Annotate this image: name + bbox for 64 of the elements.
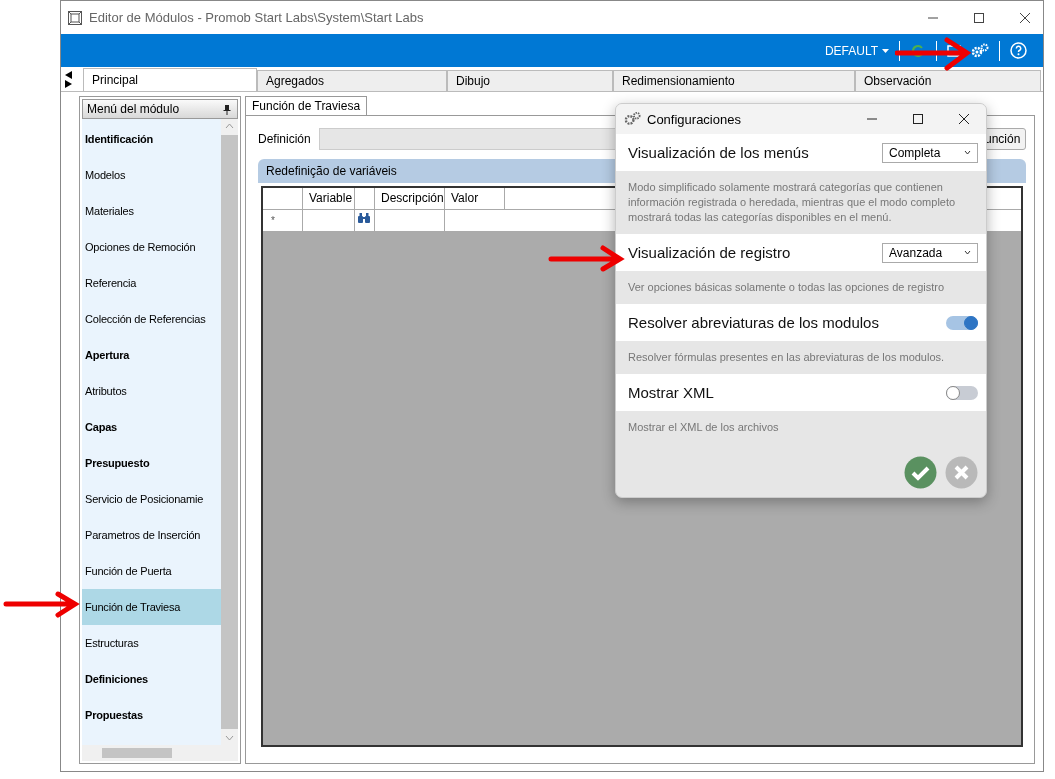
pin-icon[interactable] xyxy=(223,103,231,115)
dropdown[interactable]: Avanzada xyxy=(882,242,978,263)
tab[interactable]: Observación xyxy=(855,70,1041,91)
menu-item[interactable]: Capas xyxy=(82,409,221,445)
setting-label: Mostrar XML xyxy=(628,384,714,401)
setting-label: Visualización de los menús xyxy=(628,144,809,161)
refresh-icon[interactable] xyxy=(910,42,926,59)
help-icon[interactable] xyxy=(1010,42,1027,59)
toggle-switch[interactable] xyxy=(946,385,978,400)
tab[interactable]: Dibujo xyxy=(447,70,613,91)
tab[interactable]: Principal xyxy=(83,68,257,91)
setting-description: Mostrar el XML de los archivos xyxy=(627,420,780,435)
chevron-down-icon xyxy=(964,150,971,155)
menu-item[interactable]: Función de Puerta xyxy=(82,553,221,589)
binoculars-icon[interactable] xyxy=(357,212,371,224)
menu-item[interactable]: Modelos xyxy=(82,157,221,193)
window-title: Editor de Módulos - Promob Start Labs\System\Start Labs xyxy=(89,10,424,25)
panel-title: Menú del módulo xyxy=(87,102,180,116)
column-header[interactable]: Variable xyxy=(303,188,355,209)
scroll-up-icon[interactable] xyxy=(225,123,234,129)
setting-description: Resolver fórmulas presentes en las abreviaturas de los modulos. xyxy=(627,350,946,365)
field-label: Definición xyxy=(258,132,311,146)
tab[interactable]: Agregados xyxy=(257,70,447,91)
column-header[interactable]: Valor xyxy=(445,188,505,209)
scrollbar[interactable] xyxy=(221,119,238,745)
window-icon[interactable] xyxy=(947,43,961,58)
setting-description: Ver opciones básicas solamente o todas las opciones de registro xyxy=(627,280,946,295)
caret-icon xyxy=(882,48,889,53)
app-icon xyxy=(67,9,83,26)
menu-item[interactable]: Propuestas xyxy=(82,697,221,733)
menu-item[interactable]: Estructuras xyxy=(82,625,221,661)
profile-dropdown[interactable]: DEFAULT xyxy=(824,43,889,58)
confirm-button[interactable] xyxy=(904,456,937,489)
tab[interactable]: Redimensionamiento xyxy=(613,70,855,91)
tab[interactable]: Función de Traviesa xyxy=(245,96,368,115)
setting-label: Resolver abreviaturas de los modulos xyxy=(628,314,879,331)
menu-item[interactable]: Referencia xyxy=(82,265,221,301)
menu-item[interactable]: Presupuesto xyxy=(82,445,221,481)
maximize-icon[interactable] xyxy=(973,11,985,24)
chevron-down-icon xyxy=(964,250,971,255)
menu-item[interactable]: Función de Traviesa xyxy=(82,589,221,625)
gears-icon xyxy=(624,111,641,127)
menu-item[interactable]: Materiales xyxy=(82,193,221,229)
setting-label: Visualización de registro xyxy=(628,244,791,261)
setting-description: Modo simplificado solamente mostrará categorías que contienen información registrada o heredada, mientras que el modo completo mostrará todas las categorías disponibles en el menú. xyxy=(627,180,957,225)
menu-item[interactable]: Definiciones xyxy=(82,661,221,697)
settings-icon[interactable] xyxy=(971,42,989,59)
close-icon[interactable] xyxy=(958,113,970,125)
column-header[interactable]: Descripción xyxy=(375,188,445,209)
dropdown[interactable]: Completa xyxy=(882,142,978,163)
horizontal-scrollbar[interactable] xyxy=(82,745,238,761)
collapse-toggle-icon[interactable] xyxy=(64,70,73,88)
menu-item[interactable]: Opciones de Remoción xyxy=(82,229,221,265)
menu-item[interactable]: Servicio de Posicionamie xyxy=(82,481,221,517)
dialog-title: Configuraciones xyxy=(647,111,741,127)
menu-item[interactable]: Identificación xyxy=(82,121,221,157)
scroll-down-icon[interactable] xyxy=(225,735,234,741)
menu-item[interactable]: Parametros de Inserción xyxy=(82,517,221,553)
menu-item[interactable]: Apertura xyxy=(82,337,221,373)
close-icon[interactable] xyxy=(1019,11,1031,24)
menu-item[interactable]: Atributos xyxy=(82,373,221,409)
menu-item[interactable]: Colección de Referencias xyxy=(82,301,221,337)
toggle-switch[interactable] xyxy=(946,315,978,330)
maximize-icon[interactable] xyxy=(912,113,924,125)
